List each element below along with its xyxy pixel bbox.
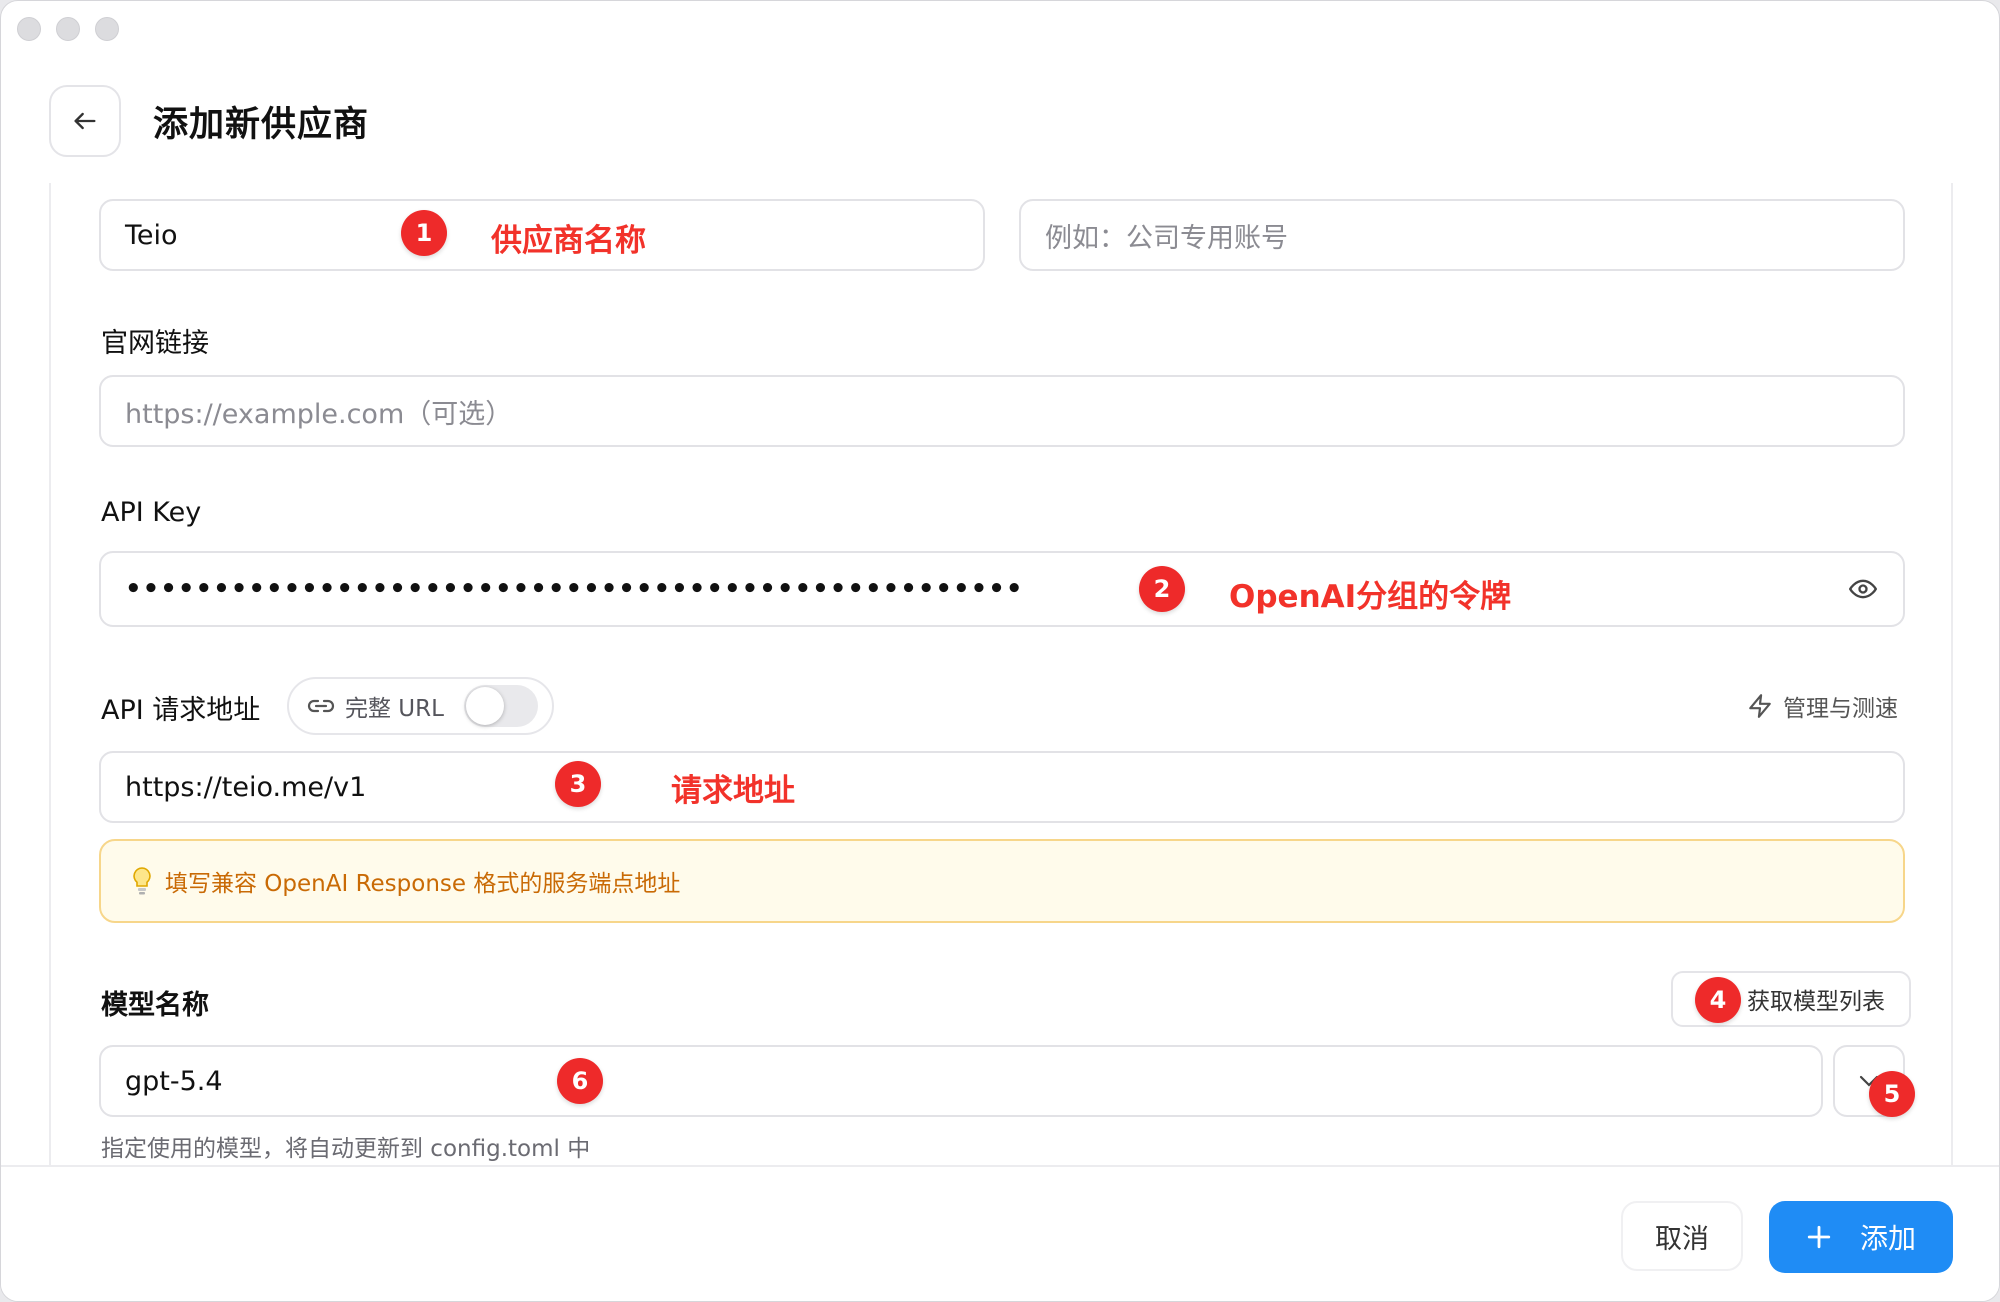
annotation-badge-4: 4 (1695, 977, 1741, 1023)
dialog-window: 添加新供应商 Teio 1 供应商名称 例如：公司专用账号 官网链接 https… (0, 0, 2000, 1302)
manage-speed-test-label: 管理与测速 (1783, 696, 1898, 722)
api-endpoint-input[interactable]: https://teio.me/v1 (99, 751, 1905, 823)
annotation-badge-5: 5 (1869, 1071, 1915, 1117)
model-label: 模型名称 (101, 990, 209, 1021)
remark-placeholder: 例如：公司专用账号 (1045, 222, 1288, 254)
dialog-footer: 取消 添加 (1, 1165, 1999, 1301)
plus-icon (1807, 1225, 1831, 1249)
model-help-text: 指定使用的模型，将自动更新到 config.toml 中 (101, 1136, 591, 1162)
full-url-switch[interactable] (463, 685, 538, 727)
form-panel: Teio 1 供应商名称 例如：公司专用账号 官网链接 https://exam… (49, 183, 1953, 1167)
switch-knob (465, 687, 504, 725)
zoom-window-button[interactable] (95, 17, 119, 41)
endpoint-tip-text: 填写兼容 OpenAI Response 格式的服务端点地址 (165, 871, 681, 897)
remark-input[interactable]: 例如：公司专用账号 (1019, 199, 1905, 271)
api-key-masked-value: ••••••••••••••••••••••••••••••••••••••••… (125, 574, 1024, 604)
website-placeholder: https://example.com（可选） (125, 398, 513, 430)
arrow-left-icon (74, 112, 96, 130)
eye-icon[interactable] (1847, 575, 1879, 607)
model-value: gpt-5.4 (125, 1065, 223, 1097)
add-button[interactable]: 添加 (1769, 1201, 1953, 1273)
api-key-label: API Key (101, 497, 202, 528)
annotation-badge-1: 1 (401, 210, 447, 256)
cancel-button[interactable]: 取消 (1621, 1201, 1743, 1271)
annotation-api-endpoint: 请求地址 (671, 773, 795, 809)
endpoint-tip: 填写兼容 OpenAI Response 格式的服务端点地址 (99, 839, 1905, 923)
annotation-badge-6: 6 (557, 1058, 603, 1104)
add-button-label: 添加 (1859, 1222, 1916, 1255)
model-input[interactable]: gpt-5.4 (99, 1045, 1823, 1117)
annotation-badge-2: 2 (1139, 566, 1185, 612)
api-endpoint-label: API 请求地址 (101, 695, 261, 726)
full-url-label: 完整 URL (345, 696, 444, 722)
provider-name-value: Teio (125, 219, 178, 251)
page-title: 添加新供应商 (153, 104, 370, 145)
fetch-model-list-label: 获取模型列表 (1747, 989, 1885, 1015)
link-icon (307, 699, 335, 713)
manage-speed-test-link[interactable]: 管理与测速 (1747, 689, 1898, 723)
back-button[interactable] (49, 85, 121, 157)
close-window-button[interactable] (17, 17, 41, 41)
window-controls (17, 17, 119, 41)
annotation-provider-name: 供应商名称 (491, 223, 646, 259)
api-key-input[interactable]: ••••••••••••••••••••••••••••••••••••••••… (99, 551, 1905, 627)
minimize-window-button[interactable] (56, 17, 80, 41)
website-input[interactable]: https://example.com（可选） (99, 375, 1905, 447)
lightning-icon (1749, 694, 1771, 718)
full-url-toggle[interactable]: 完整 URL (287, 677, 554, 735)
annotation-badge-3: 3 (555, 761, 601, 807)
website-label: 官网链接 (101, 328, 209, 359)
header: 添加新供应商 (49, 85, 369, 157)
lightbulb-icon (133, 867, 151, 895)
api-endpoint-value: https://teio.me/v1 (125, 771, 367, 803)
annotation-api-key: OpenAI分组的令牌 (1229, 579, 1512, 615)
